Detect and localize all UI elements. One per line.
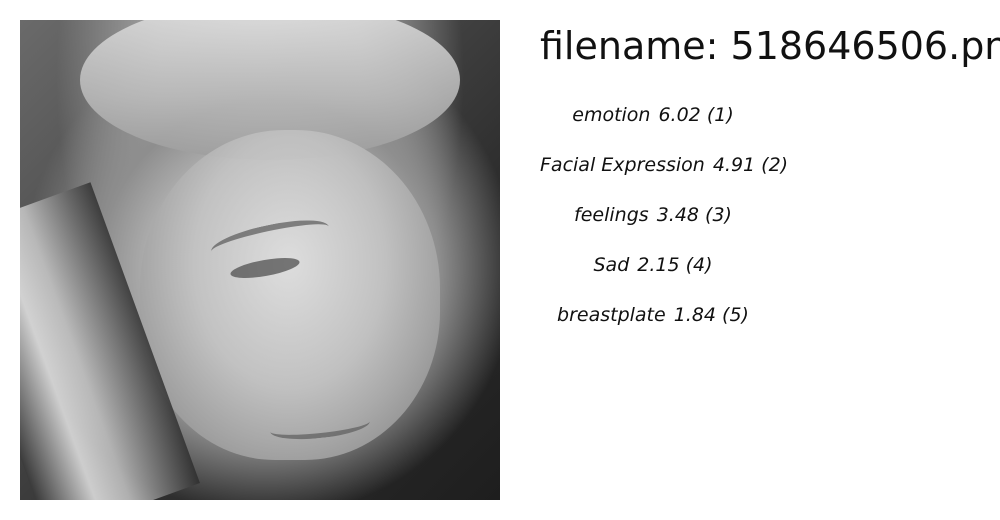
label-score: 2.15 (4) — [637, 254, 713, 276]
label-name: breastplate — [557, 304, 666, 326]
label-score-row: emotion 6.02 (1) — [540, 100, 766, 150]
label-name: Sad — [593, 254, 630, 276]
label-score-list: emotion 6.02 (1) Facial Expression 4.91 (2… — [540, 100, 788, 350]
label-name: emotion — [572, 104, 651, 126]
label-name: feelings — [574, 204, 649, 226]
label-score: 3.48 (3) — [656, 204, 732, 226]
label-score-row: Facial Expression 4.91 (2) — [540, 150, 788, 200]
photo-face-region — [140, 130, 440, 460]
label-score-row: breastplate 1.84 (5) — [540, 300, 766, 350]
grayscale-face-photo — [20, 20, 500, 500]
label-score: 6.02 (1) — [658, 104, 734, 126]
label-score: 1.84 (5) — [673, 304, 749, 326]
label-score-row: Sad 2.15 (4) — [540, 250, 766, 300]
label-score-row: feelings 3.48 (3) — [540, 200, 766, 250]
label-score: 4.91 (2) — [712, 154, 789, 176]
label-name: Facial Expression — [540, 154, 705, 176]
filename-heading: filename: 518646506.png — [540, 24, 1000, 68]
